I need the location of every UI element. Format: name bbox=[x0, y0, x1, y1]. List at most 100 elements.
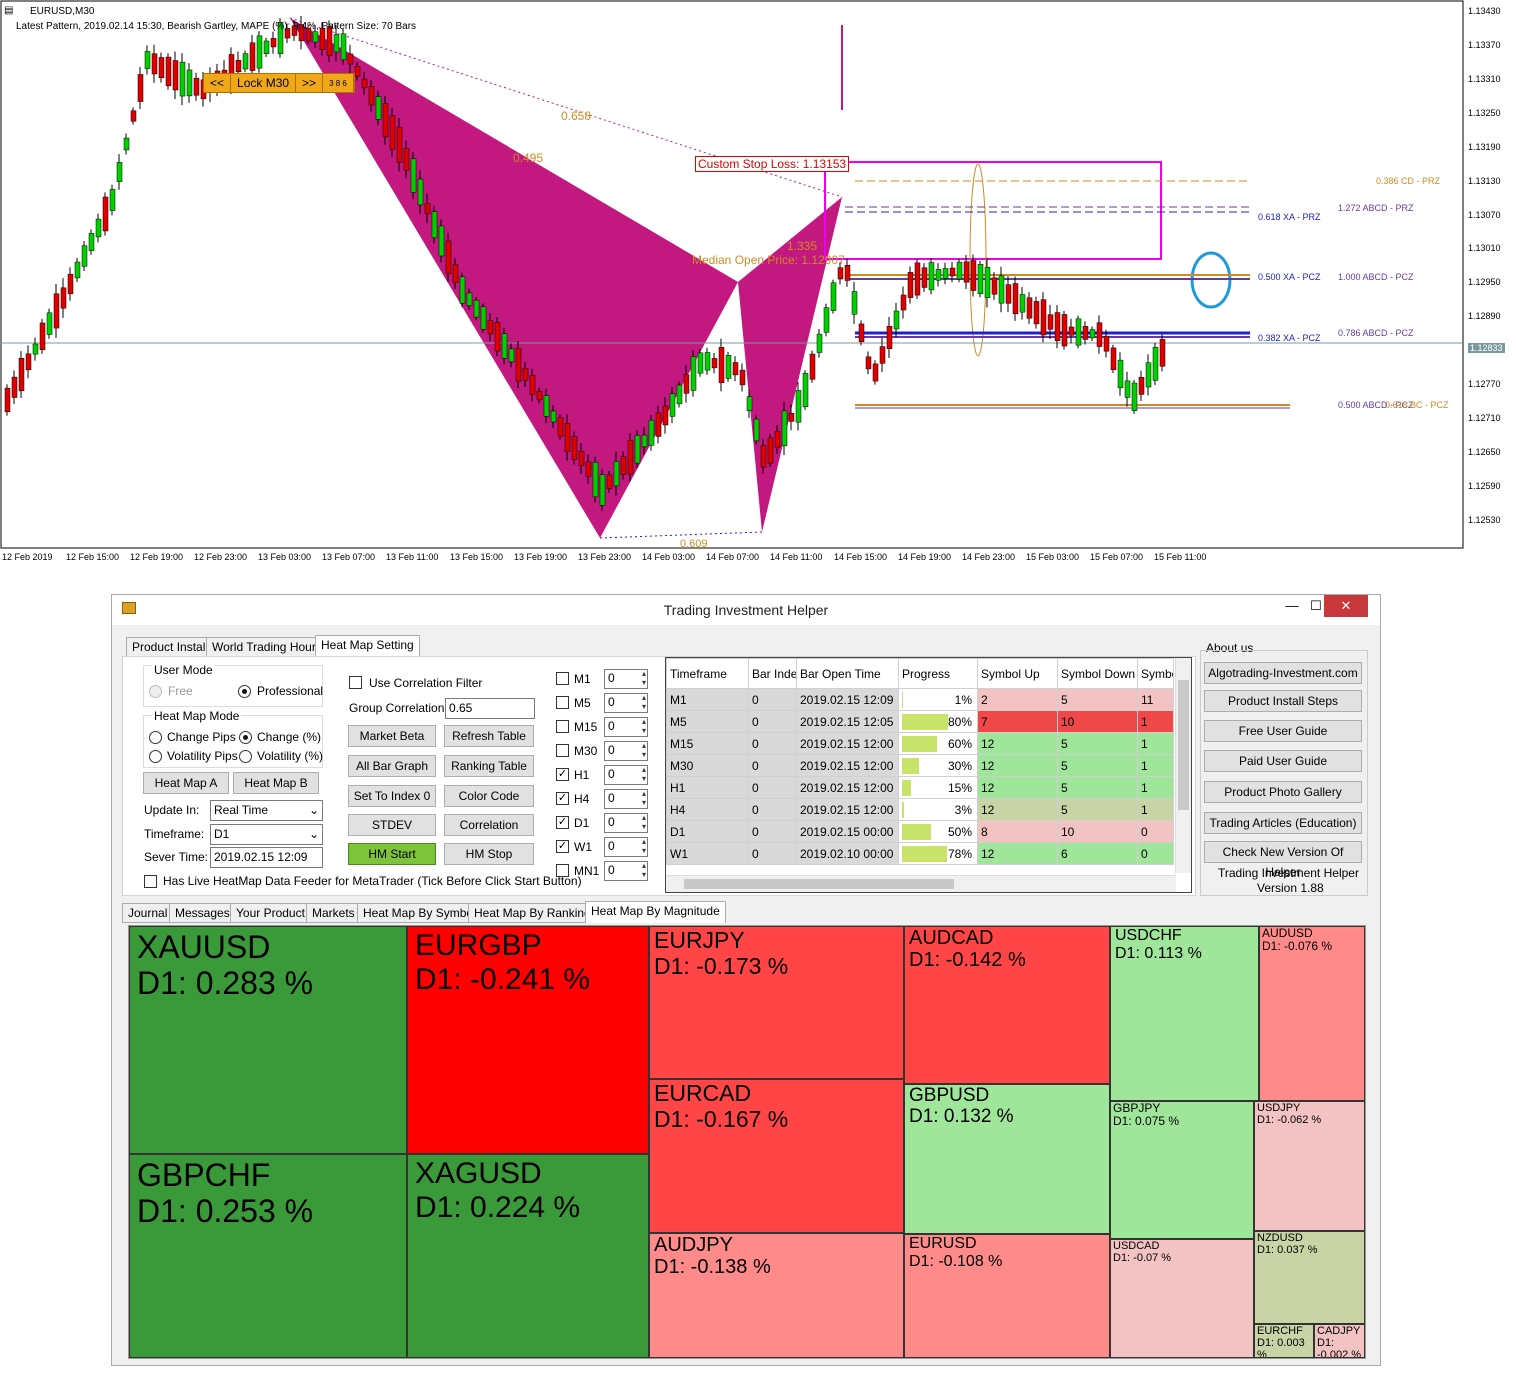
stdev-button[interactable]: STDEV bbox=[348, 814, 436, 836]
set-to-index-button[interactable]: Set To Index 0 bbox=[348, 785, 436, 807]
table-row[interactable]: M1 0 2019.02.15 12:09 1% 2 5 11 bbox=[666, 688, 1174, 711]
tf-spinner[interactable]: 0 bbox=[604, 717, 648, 737]
timeframe-select[interactable]: D1 ⌄ bbox=[210, 824, 323, 845]
heat-cell-usdcad[interactable]: USDCAD D1: -0.07 % bbox=[1110, 1239, 1254, 1358]
heat-cell-eurusd[interactable]: EURUSD D1: -0.108 % bbox=[904, 1234, 1110, 1358]
heat-cell-usdjpy[interactable]: USDJPY D1: -0.062 % bbox=[1254, 1101, 1365, 1231]
bottom-tab[interactable]: Markets bbox=[306, 903, 361, 923]
close-button[interactable]: ✕ bbox=[1324, 595, 1368, 617]
helper-window[interactable]: Trading Investment Helper — ☐ ✕ Product … bbox=[111, 594, 1381, 1366]
refresh-table-button[interactable]: Refresh Table bbox=[444, 725, 534, 747]
hm-start-button[interactable]: HM Start bbox=[348, 843, 436, 865]
column-header[interactable]: Bar Index bbox=[748, 658, 797, 689]
heat-cell-gbpusd[interactable]: GBPUSD D1: 0.132 % bbox=[904, 1084, 1110, 1234]
tf-checkbox[interactable]: ✓ bbox=[556, 768, 569, 781]
table-row[interactable]: H1 0 2019.02.15 12:00 15% 12 5 1 bbox=[666, 776, 1174, 799]
table-row[interactable]: W1 0 2019.02.10 00:00 78% 12 6 0 bbox=[666, 842, 1174, 865]
heat-cell-xagusd[interactable]: XAGUSD D1: 0.224 % bbox=[407, 1154, 649, 1358]
tf-spinner[interactable]: 0 bbox=[604, 813, 648, 833]
volatility-pct-radio[interactable] bbox=[239, 750, 252, 763]
tf-checkbox[interactable] bbox=[556, 720, 569, 733]
lock-button[interactable]: Lock M30 bbox=[231, 74, 297, 92]
chart-menu-icon[interactable]: ▤ bbox=[4, 5, 13, 16]
heat-cell-eurgbp[interactable]: EURGBP D1: -0.241 % bbox=[407, 926, 649, 1154]
tf-checkbox[interactable]: ✓ bbox=[556, 792, 569, 805]
column-header[interactable]: Bar Open Time bbox=[796, 658, 899, 689]
about-button[interactable]: Trading Articles (Education) bbox=[1204, 812, 1362, 834]
heat-cell-gbpjpy[interactable]: GBPJPY D1: 0.075 % bbox=[1110, 1101, 1254, 1239]
bottom-tab[interactable]: Your Product bbox=[230, 903, 311, 923]
professional-radio[interactable] bbox=[238, 685, 251, 698]
table-row[interactable]: M5 0 2019.02.15 12:05 80% 7 10 1 bbox=[666, 710, 1174, 733]
column-header[interactable]: Symbol Neutral bbox=[1137, 658, 1174, 689]
server-time-field[interactable]: 2019.02.15 12:09 bbox=[210, 847, 323, 868]
tf-spinner[interactable]: 0 bbox=[604, 837, 648, 857]
tab-heat-map-setting[interactable]: Heat Map Setting bbox=[315, 635, 420, 657]
tf-checkbox[interactable]: ✓ bbox=[556, 816, 569, 829]
vertical-scrollbar[interactable] bbox=[1175, 658, 1191, 873]
all-bar-graph-button[interactable]: All Bar Graph bbox=[348, 755, 436, 777]
update-in-select[interactable]: Real Time ⌄ bbox=[210, 800, 323, 821]
live-feed-checkbox[interactable] bbox=[144, 875, 157, 888]
about-button[interactable]: Product Photo Gallery bbox=[1204, 781, 1362, 803]
heat-cell-eurjpy[interactable]: EURJPY D1: -0.173 % bbox=[649, 926, 904, 1079]
about-button[interactable]: Free User Guide bbox=[1204, 720, 1362, 742]
heat-cell-usdchf[interactable]: USDCHF D1: 0.113 % bbox=[1110, 926, 1259, 1101]
market-beta-button[interactable]: Market Beta bbox=[348, 725, 436, 747]
table-row[interactable]: M30 0 2019.02.15 12:00 30% 12 5 1 bbox=[666, 754, 1174, 777]
tf-spinner[interactable]: 0 bbox=[604, 765, 648, 785]
tf-spinner[interactable]: 0 bbox=[604, 789, 648, 809]
about-button[interactable]: Paid User Guide bbox=[1204, 750, 1362, 772]
correlation-button[interactable]: Correlation bbox=[444, 814, 534, 836]
table-row[interactable]: D1 0 2019.02.15 00:00 50% 8 10 0 bbox=[666, 820, 1174, 843]
tf-checkbox[interactable] bbox=[556, 864, 569, 877]
group-correlation-input[interactable]: 0.65 bbox=[445, 698, 535, 719]
lock-small-buttons[interactable]: 3 8 6 bbox=[323, 74, 354, 92]
column-header[interactable]: Progress bbox=[898, 658, 978, 689]
heat-cell-audjpy[interactable]: AUDJPY D1: -0.138 % bbox=[649, 1233, 904, 1358]
tab-world-trading-hours[interactable]: World Trading Hours bbox=[206, 637, 328, 657]
color-code-button[interactable]: Color Code bbox=[444, 785, 534, 807]
tf-spinner[interactable]: 0 bbox=[604, 693, 648, 713]
heat-map-a-button[interactable]: Heat Map A bbox=[143, 772, 229, 794]
table-row[interactable]: M15 0 2019.02.15 12:00 60% 12 5 1 bbox=[666, 732, 1174, 755]
heat-cell-audusd[interactable]: AUDUSD D1: -0.076 % bbox=[1259, 926, 1365, 1101]
tf-checkbox[interactable] bbox=[556, 672, 569, 685]
about-button[interactable]: Check New Version Of Helper bbox=[1204, 841, 1362, 879]
free-radio[interactable] bbox=[149, 685, 162, 698]
tab-product-install[interactable]: Product Install bbox=[126, 637, 215, 657]
title-bar[interactable]: Trading Investment Helper — ☐ ✕ bbox=[112, 595, 1380, 625]
tf-checkbox[interactable]: ✓ bbox=[556, 840, 569, 853]
tf-spinner[interactable]: 0 bbox=[604, 861, 648, 881]
heat-map-b-button[interactable]: Heat Map B bbox=[233, 772, 319, 794]
heat-cell-gbpchf[interactable]: GBPCHF D1: 0.253 % bbox=[129, 1154, 407, 1358]
next-button[interactable]: >> bbox=[296, 74, 324, 92]
scroll-thumb[interactable] bbox=[684, 879, 954, 889]
bottom-tab[interactable]: Heat Map By Symbol bbox=[357, 903, 482, 923]
tf-spinner[interactable]: 0 bbox=[604, 741, 648, 761]
tf-checkbox[interactable] bbox=[556, 696, 569, 709]
about-button[interactable]: Product Install Steps bbox=[1204, 690, 1362, 712]
bottom-tab[interactable]: Heat Map By Ranking bbox=[468, 903, 597, 923]
about-button[interactable]: Algotrading-Investment.com bbox=[1204, 662, 1362, 684]
timeframe-table[interactable]: TimeframeBar IndexBar Open TimeProgress S… bbox=[665, 657, 1192, 893]
change-pips-radio[interactable] bbox=[149, 731, 162, 744]
heat-cell-eurchf[interactable]: EURCHF D1: 0.003 % bbox=[1254, 1324, 1314, 1358]
column-header[interactable]: Timeframe bbox=[666, 658, 749, 689]
tf-checkbox[interactable] bbox=[556, 744, 569, 757]
table-row[interactable]: H4 0 2019.02.15 12:00 3% 12 5 1 bbox=[666, 798, 1174, 821]
heat-cell-cadjpy[interactable]: CADJPY D1: -0.002 % bbox=[1314, 1324, 1365, 1358]
lock-toolbar[interactable]: << Lock M30 >> 3 8 6 bbox=[203, 73, 355, 93]
heat-cell-xauusd[interactable]: XAUUSD D1: 0.283 % bbox=[129, 926, 407, 1154]
heat-cell-eurcad[interactable]: EURCAD D1: -0.167 % bbox=[649, 1079, 904, 1233]
change-pct-radio[interactable] bbox=[239, 731, 252, 744]
price-chart[interactable]: ▤ EURUSD,M30 Latest Pattern, 2019.02.14 … bbox=[0, 0, 1516, 570]
tf-spinner[interactable]: 0 bbox=[604, 669, 648, 689]
ranking-table-button[interactable]: Ranking Table bbox=[444, 755, 534, 777]
use-correlation-checkbox[interactable] bbox=[349, 676, 362, 689]
column-header[interactable]: Symbol Down bbox=[1057, 658, 1138, 689]
bottom-tab[interactable]: Heat Map By Magnitude bbox=[585, 901, 726, 923]
scroll-thumb[interactable] bbox=[1178, 680, 1189, 810]
heat-cell-nzdusd[interactable]: NZDUSD D1: 0.037 % bbox=[1254, 1231, 1365, 1324]
volatility-pips-radio[interactable] bbox=[149, 750, 162, 763]
